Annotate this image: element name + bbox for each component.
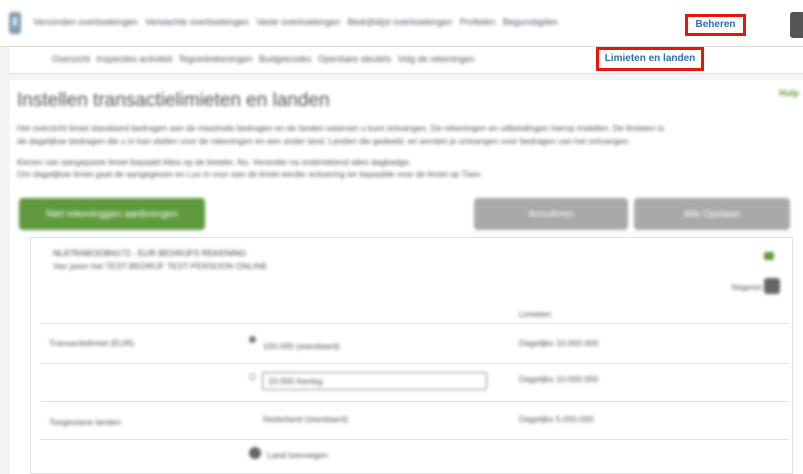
allowed-countries-label: Toegestane landen [49,417,121,427]
limits-column-header: Limieten [519,309,552,319]
standard-limit-value: 100.000 (standaard) [263,341,340,351]
description-line-4: Om dagelijkse limiet gaat de aangegeven … [17,169,483,179]
main-content: Instellen transactielimieten en landen H… [10,80,803,474]
tab-sent-transfers[interactable]: Verzonden overboekingen [33,17,138,27]
tab-beneficiaries[interactable]: Begunstigden [503,17,558,27]
table-row: Transactielimiet (EUR) 100.000 (standaar… [41,323,789,364]
tab-expected-transfers[interactable]: Verwachte overboekingen [145,17,249,27]
tab-beheren[interactable]: Beheren [685,14,746,36]
subtab-credit-accounts[interactable]: Tegoedrekeningen [178,54,252,64]
mobile-device-icon [9,12,21,34]
page-title: Instellen transactielimieten en landen [17,90,330,111]
sub-navigation-bar: Overzicht Inspecties activiteit Tegoedre… [10,47,803,74]
description-line-1: Het overzicht limiet standaard bedragen … [17,123,664,133]
description-line-3: Kiezen van aangepaste limiet bepaald All… [17,157,412,167]
toggle-label: Negeren [731,283,762,292]
table-row: Toegestane landen Nederland (standaard) … [41,401,789,440]
standard-limit-radio[interactable] [249,336,256,343]
custom-limit-input[interactable]: 10.000 Aanleg [262,372,487,390]
tab-fixed-transfers[interactable]: Vaste overboekingen [256,17,340,27]
add-country-icon[interactable] [249,447,261,459]
custom-limit-radio[interactable] [249,373,256,380]
table-row: Land toevoegen [41,439,789,470]
cancel-button[interactable]: Annuleren [474,198,628,230]
new-limit-button[interactable]: Niet rekeninggen aanbrengen [19,198,205,230]
description-line-2: de dagelijkse bedragen die u in kan stel… [17,136,631,146]
top-navigation-bar: Verzonden overboekingen Verwachte overbo… [0,0,803,47]
transaction-limit-label: Transactielimiet (EUR) [49,338,135,348]
subtab-inspection-activity[interactable]: Inspecties activiteit [97,54,173,64]
main-tabs: Verzonden overboekingen Verwachte overbo… [33,17,563,27]
tab-profiles[interactable]: Profielen [460,17,496,27]
scroll-right-control[interactable] [790,12,803,38]
subtab-follow-accounts[interactable]: Volg de rekeningen [398,54,475,64]
daily-limit-1: Dagelijks 10.000.000 [519,338,599,348]
add-country-link[interactable]: Land toevoegen [267,450,328,460]
ignore-toggle[interactable] [764,278,780,294]
daily-limit-3: Dagelijks 5.000.000 [519,414,594,424]
help-link[interactable]: Hulp [779,88,799,98]
subtab-overview[interactable]: Overzicht [52,54,90,64]
subtab-public-keys[interactable]: Openbare sleutels [318,54,391,64]
daily-limit-2: Dagelijks 10.000.000 [519,374,599,384]
save-all-button[interactable]: Alle Opslaan [634,198,790,230]
custom-limit-value: 10.000 Aanleg [268,376,323,386]
account-limits-card: NL87RABO0384172 - EUR BEDRIJFS REKENING … [30,237,793,474]
account-title: NL87RABO0384172 - EUR BEDRIJFS REKENING [53,248,247,258]
account-subtitle: Van jaren het TEST-BEDRIJF TEST-PERSOON … [53,261,268,271]
status-check-icon [764,252,774,260]
tab-company-transfers[interactable]: Bedrijfslijst overboekingen [348,17,453,27]
table-row: 10.000 Aanleg Dagelijks 10.000.000 [41,363,789,402]
subtab-limits-and-countries[interactable]: Limieten en landen [596,47,704,71]
subtab-budget-codes[interactable]: Budgetcodes [259,54,312,64]
sub-tabs: Overzicht Inspecties activiteit Tegoedre… [52,54,479,64]
country-value: Nederland (standaard) [263,414,349,424]
